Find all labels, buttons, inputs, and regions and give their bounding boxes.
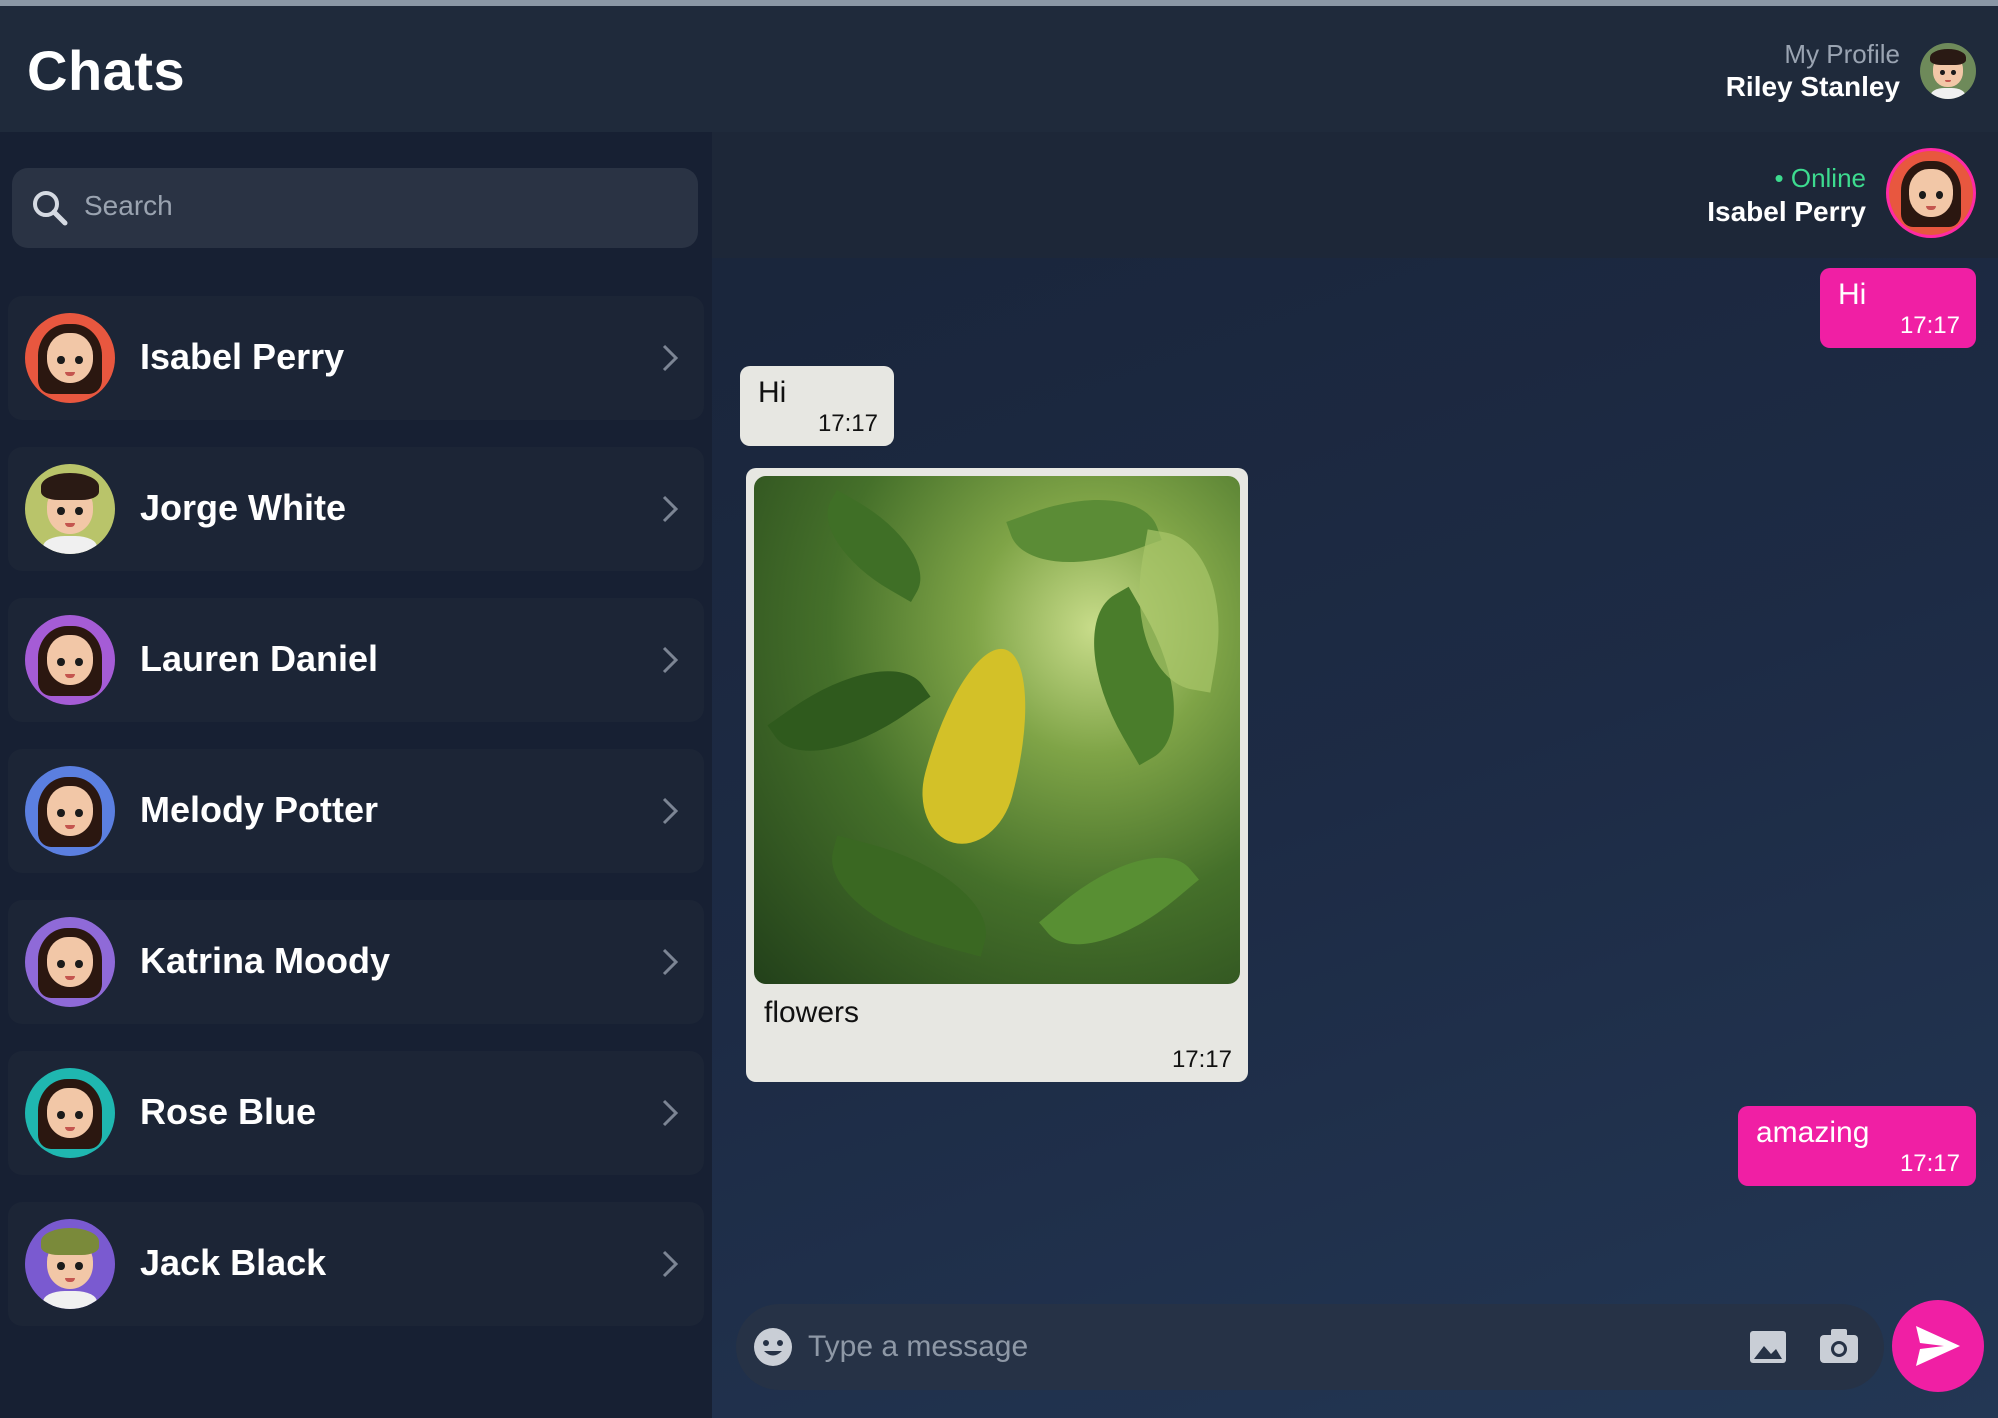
message-text: Hi (758, 376, 787, 409)
contact-item-isabel-perry[interactable]: Isabel Perry (8, 296, 704, 420)
contact-item-lauren-daniel[interactable]: Lauren Daniel (8, 598, 704, 722)
chevron-right-icon (662, 344, 679, 372)
contact-list: Isabel Perry Jorge White Lauren Daniel M… (8, 296, 704, 1353)
app-header: Chats My Profile Riley Stanley (0, 6, 1998, 132)
send-icon (1916, 1326, 1960, 1366)
send-button[interactable] (1892, 1300, 1984, 1392)
avatar (25, 615, 115, 705)
contact-item-melody-potter[interactable]: Melody Potter (8, 749, 704, 873)
image-message-bubble[interactable]: flowers 17:17 (746, 468, 1248, 1082)
contact-name: Jorge White (140, 487, 347, 528)
chevron-right-icon (662, 646, 679, 674)
avatar (25, 1219, 115, 1309)
search-input[interactable]: Search (84, 190, 173, 222)
search-bar[interactable]: Search (12, 168, 698, 248)
message-time: 17:17 (1899, 1150, 1960, 1177)
message-photo[interactable] (754, 476, 1240, 984)
avatar (25, 1068, 115, 1158)
contact-name: Rose Blue (140, 1091, 317, 1132)
conversation-avatar[interactable] (1886, 148, 1976, 238)
online-status: • Online (1774, 163, 1866, 193)
contact-item-katrina-moody[interactable]: Katrina Moody (8, 900, 704, 1024)
page-title: Chats (27, 39, 186, 102)
avatar (25, 313, 115, 403)
my-profile[interactable]: My Profile Riley Stanley (1726, 33, 1976, 109)
profile-name: Riley Stanley (1725, 71, 1900, 102)
contact-name: Jack Black (140, 1242, 327, 1283)
contact-item-rose-blue[interactable]: Rose Blue (8, 1051, 704, 1175)
contact-name: Isabel Perry (140, 336, 345, 377)
contact-name: Melody Potter (140, 789, 379, 830)
contact-item-jorge-white[interactable]: Jorge White (8, 447, 704, 571)
chevron-right-icon (662, 1250, 679, 1278)
message-time: 17:17 (1899, 312, 1960, 339)
search-icon (33, 191, 68, 226)
avatar (25, 917, 115, 1007)
avatar (25, 464, 115, 554)
avatar (25, 766, 115, 856)
message-bubble-incoming[interactable]: Hi 17:17 (740, 366, 894, 446)
chevron-right-icon (662, 797, 679, 825)
camera-icon[interactable] (1818, 1326, 1860, 1366)
emoji-icon[interactable] (752, 1326, 794, 1368)
chat-app: Chats My Profile Riley Stanley Search Is… (0, 6, 1998, 1418)
message-time: 17:17 (817, 410, 878, 437)
chat-list-sidebar: Search Isabel Perry Jorge White Lauren D… (0, 132, 712, 1418)
conversation-header: • Online Isabel Perry (712, 132, 1998, 258)
conversation-panel: • Online Isabel Perry Hi 17:17 Hi 17:17 (712, 132, 1998, 1418)
message-composer[interactable]: Type a message (736, 1304, 1884, 1390)
message-text: amazing (1756, 1116, 1870, 1149)
contact-name: Lauren Daniel (140, 638, 379, 679)
message-time: 17:17 (1171, 1046, 1232, 1073)
conversation-contact-name: Isabel Perry (1707, 196, 1866, 227)
chevron-right-icon (662, 495, 679, 523)
message-input[interactable]: Type a message (808, 1330, 1028, 1364)
profile-avatar[interactable] (1920, 43, 1976, 99)
chevron-right-icon (662, 948, 679, 976)
message-bubble-outgoing[interactable]: Hi 17:17 (1820, 268, 1976, 348)
photo-caption: flowers (764, 996, 860, 1029)
contact-name: Katrina Moody (140, 940, 391, 981)
image-icon[interactable] (1748, 1328, 1788, 1366)
chevron-right-icon (662, 1099, 679, 1127)
contact-item-jack-black[interactable]: Jack Black (8, 1202, 704, 1326)
message-text: Hi (1838, 278, 1867, 311)
profile-label: My Profile (1784, 39, 1900, 69)
message-bubble-outgoing[interactable]: amazing 17:17 (1738, 1106, 1976, 1186)
